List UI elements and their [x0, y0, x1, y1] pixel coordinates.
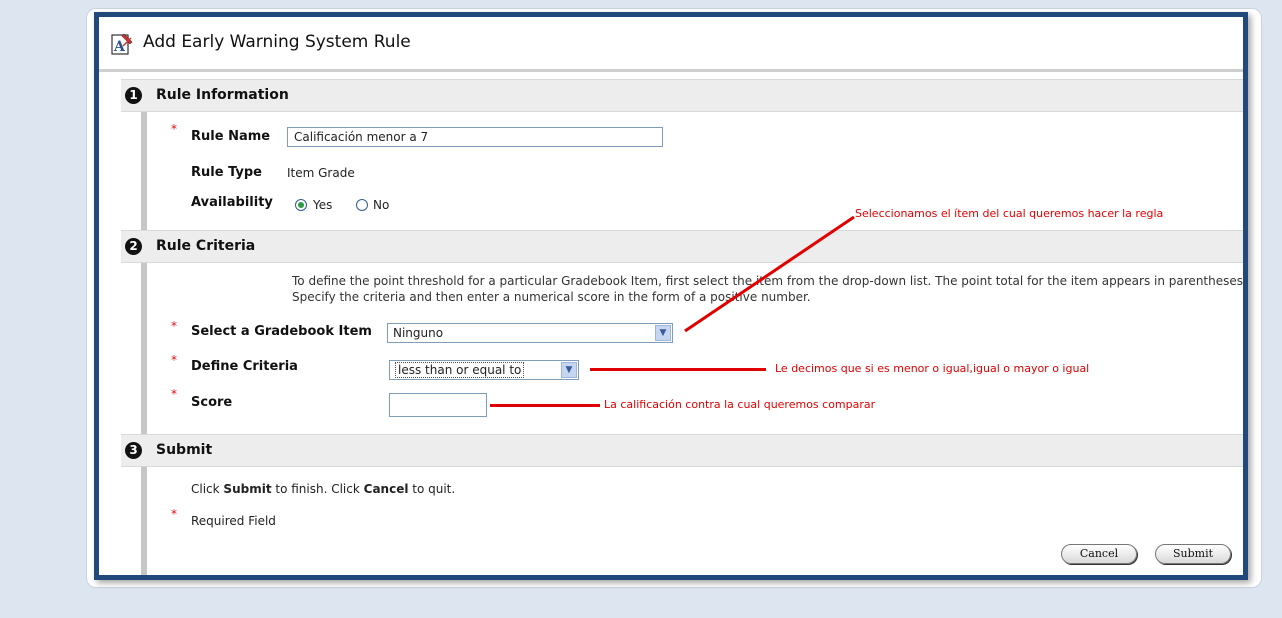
define-criteria-label: Define Criteria: [191, 359, 298, 374]
annotation-criteria-line: [590, 368, 766, 371]
required-field-note: Required Field: [191, 514, 276, 528]
section-header-rule-information: 1 Rule Information: [121, 79, 1243, 112]
rule-name-label: Rule Name: [191, 129, 271, 144]
dialog-frame: A Add Early Warning System Rule 1 Rule I…: [94, 12, 1248, 580]
annotation-arrow-line: [684, 215, 855, 333]
gradebook-item-select[interactable]: Ninguno ▼: [387, 323, 673, 343]
define-criteria-selected: less than or equal to: [395, 362, 525, 378]
section-title: Rule Criteria: [156, 238, 256, 254]
gradebook-item-selected: Ninguno: [393, 326, 444, 340]
availability-yes-label: Yes: [313, 198, 333, 212]
rule-type-label: Rule Type: [191, 165, 262, 180]
availability-no-radio[interactable]: [356, 199, 368, 211]
required-marker: *: [171, 122, 177, 136]
step-number-3: 3: [125, 442, 142, 459]
step-number-2: 2: [125, 238, 142, 255]
required-marker: *: [171, 319, 177, 333]
annotation-criteria-note: Le decimos que si es menor o igual,igual…: [775, 362, 1090, 375]
svg-text:A: A: [113, 39, 126, 55]
left-rule: [141, 79, 147, 575]
title-bar: A Add Early Warning System Rule: [99, 17, 1243, 72]
gradebook-item-label: Select a Gradebook Item: [191, 324, 372, 339]
section-title: Rule Information: [156, 87, 289, 103]
required-marker: *: [171, 353, 177, 367]
submit-button[interactable]: Submit: [1155, 544, 1231, 564]
score-label: Score: [191, 395, 233, 410]
availability-no-label: No: [373, 198, 390, 212]
required-marker: *: [171, 507, 177, 521]
chevron-down-icon[interactable]: ▼: [655, 325, 671, 341]
required-marker: *: [171, 387, 177, 401]
step-number-1: 1: [125, 87, 142, 104]
annotation-score-line: [490, 404, 600, 407]
define-criteria-select[interactable]: less than or equal to ▼: [389, 360, 579, 380]
cancel-button[interactable]: Cancel: [1061, 544, 1137, 564]
rule-type-value: Item Grade: [287, 166, 355, 180]
annotation-item-note: Seleccionamos el ítem del cual queremos …: [855, 207, 1164, 220]
page-title: Add Early Warning System Rule: [143, 32, 411, 52]
section-header-submit: 3 Submit: [121, 434, 1243, 467]
submit-instructions: Click Submit to finish. Click Cancel to …: [191, 482, 456, 496]
chevron-down-icon[interactable]: ▼: [561, 362, 577, 378]
score-input[interactable]: [389, 393, 487, 417]
document-edit-icon: A: [111, 32, 133, 56]
availability-yes-radio[interactable]: [295, 199, 307, 211]
annotation-score-note: La calificación contra la cual queremos …: [604, 398, 876, 411]
availability-label: Availability: [191, 195, 273, 210]
rule-name-input[interactable]: Calificación menor a 7: [287, 127, 663, 147]
section-title: Submit: [156, 442, 213, 458]
